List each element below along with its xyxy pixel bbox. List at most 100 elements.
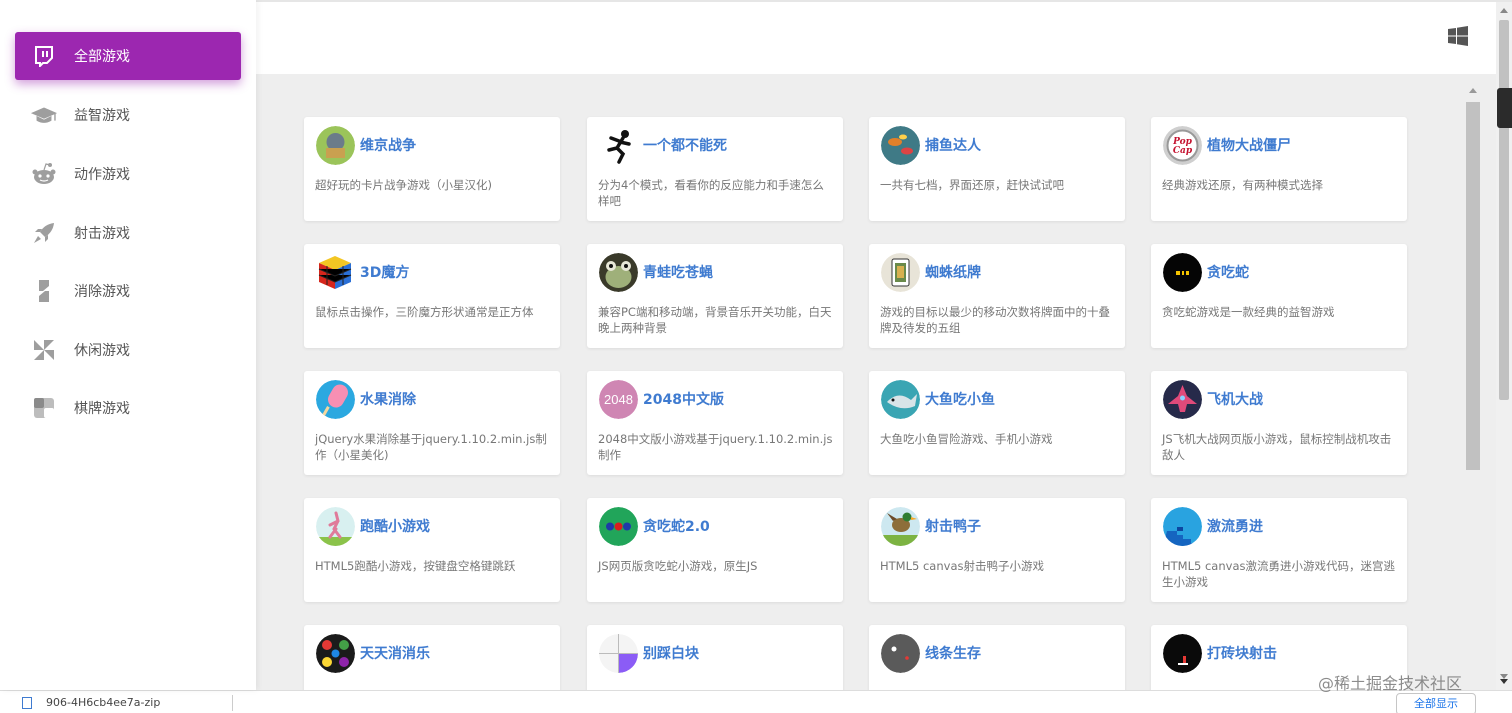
game-title: 线条生存 <box>925 646 981 662</box>
game-thumbnail <box>316 634 355 673</box>
game-description: HTML5 canvas射击鸭子小游戏 <box>880 559 1044 573</box>
game-thumbnail <box>599 634 638 673</box>
sidebar-item-match-games[interactable]: 消除游戏 <box>15 267 241 315</box>
sidebar-item-board-games[interactable]: 棋牌游戏 <box>15 384 241 432</box>
file-icon <box>22 697 32 709</box>
sidebar-item-label: 棋牌游戏 <box>74 401 130 417</box>
game-title: 植物大战僵尸 <box>1207 138 1291 154</box>
scroll-up-arrow-icon[interactable] <box>1500 8 1508 13</box>
game-thumbnail <box>316 253 355 292</box>
twitch-icon <box>30 42 58 70</box>
game-thumbnail <box>599 507 638 546</box>
game-thumbnail <box>1163 253 1202 292</box>
game-thumbnail <box>881 253 920 292</box>
game-card[interactable]: Pop Cap 植物大战僵尸 经典游戏还原，有两种模式选择 <box>1151 117 1407 221</box>
sidebar-item-puzzle-games[interactable]: 益智游戏 <box>15 91 241 139</box>
game-thumbnail <box>316 126 355 165</box>
game-title: 水果消除 <box>360 392 416 408</box>
sidebar: 全部游戏 益智游戏 动作游戏 射击游戏 消除游戏 休闲游戏 棋牌游戏 <box>0 0 256 690</box>
sidebar-item-label: 动作游戏 <box>74 167 130 183</box>
reddit-icon <box>30 160 58 188</box>
game-card[interactable]: 线条生存 <box>869 625 1125 690</box>
game-title: 跑酷小游戏 <box>360 519 430 535</box>
download-bar: 906-4H6cb4ee7a-zip 全部显示 <box>0 690 1512 713</box>
game-thumbnail <box>316 380 355 419</box>
game-thumbnail <box>1163 507 1202 546</box>
sidebar-item-casual-games[interactable]: 休闲游戏 <box>15 326 241 374</box>
game-card[interactable]: 2048 2048中文版 2048中文版小游戏基于jquery.1.10.2.m… <box>587 371 843 475</box>
divider <box>232 695 233 711</box>
game-thumbnail <box>599 253 638 292</box>
game-thumbnail <box>1163 634 1202 673</box>
game-title: 2048中文版 <box>643 392 724 408</box>
scrollbar-thumb[interactable] <box>1499 20 1509 400</box>
game-card[interactable]: 青蛙吃苍蝇 兼容PC端和移动端，背景音乐开关功能，白天晚上两种背景 <box>587 244 843 348</box>
sidebar-item-label: 休闲游戏 <box>74 343 130 359</box>
game-description: 经典游戏还原，有两种模式选择 <box>1162 178 1323 192</box>
game-description: HTML5跑酷小游戏，按键盘空格键跳跃 <box>315 559 516 573</box>
game-thumbnail: 2048 <box>599 380 638 419</box>
caret-down-icon[interactable] <box>1500 679 1508 684</box>
download-item[interactable]: 906-4H6cb4ee7a-zip <box>22 696 160 709</box>
game-card[interactable]: 激流勇进 HTML5 canvas激流勇进小游戏代码，迷宫逃生小游戏 <box>1151 498 1407 602</box>
game-card[interactable]: 一个都不能死 分为4个模式，看看你的反应能力和手速怎么样吧 <box>587 117 843 221</box>
game-card[interactable]: 飞机大战 JS飞机大战网页版小游戏，鼠标控制战机攻击敌人 <box>1151 371 1407 475</box>
game-title: 青蛙吃苍蝇 <box>643 265 713 281</box>
content-scrollbar[interactable] <box>1466 88 1480 688</box>
game-thumbnail <box>316 507 355 546</box>
game-card[interactable]: 贪吃蛇 贪吃蛇游戏是一款经典的益智游戏 <box>1151 244 1407 348</box>
sidebar-item-all-games[interactable]: 全部游戏 <box>15 32 241 80</box>
game-card[interactable]: 射击鸭子 HTML5 canvas射击鸭子小游戏 <box>869 498 1125 602</box>
game-card[interactable]: 维京战争 超好玩的卡片战争游戏（小星汉化) <box>304 117 560 221</box>
game-thumbnail <box>881 380 920 419</box>
rocket-icon <box>30 219 58 247</box>
game-card[interactable]: 蜘蛛纸牌 游戏的目标以最少的移动次数将牌面中的十叠牌及待发的五组 <box>869 244 1125 348</box>
scroll-up-arrow-icon[interactable] <box>1469 88 1477 93</box>
game-description: jQuery水果消除基于jquery.1.10.2.min.js制作（小星美化) <box>315 432 547 462</box>
game-title: 贪吃蛇2.0 <box>643 519 710 535</box>
game-description: 分为4个模式，看看你的反应能力和手速怎么样吧 <box>598 178 824 208</box>
game-title: 一个都不能死 <box>643 138 727 154</box>
game-title: 捕鱼达人 <box>925 138 981 154</box>
svg-text:Cap: Cap <box>1173 146 1193 156</box>
scrollbar-thumb[interactable] <box>1466 102 1480 470</box>
game-thumbnail <box>881 507 920 546</box>
show-all-button[interactable]: 全部显示 <box>1396 693 1476 713</box>
windows-icon[interactable] <box>1448 26 1468 46</box>
sidebar-item-label: 益智游戏 <box>74 108 130 124</box>
game-title: 贪吃蛇 <box>1207 265 1249 281</box>
watermark: @稀土掘金技术社区 <box>1318 674 1463 693</box>
game-title: 飞机大战 <box>1207 392 1263 408</box>
game-card[interactable]: 水果消除 jQuery水果消除基于jquery.1.10.2.min.js制作（… <box>304 371 560 475</box>
game-thumbnail <box>599 126 638 165</box>
game-description: 鼠标点击操作，三阶魔方形状通常是正方体 <box>315 305 534 319</box>
thumb-2048-text: 2048 <box>604 392 633 407</box>
pinwheel-icon <box>30 336 58 364</box>
sidebar-item-label: 全部游戏 <box>74 49 130 65</box>
game-card[interactable]: 3D魔方 鼠标点击操作，三阶魔方形状通常是正方体 <box>304 244 560 348</box>
side-widget[interactable] <box>1497 88 1512 128</box>
game-description: 大鱼吃小鱼冒险游戏、手机小游戏 <box>880 432 1053 446</box>
game-card[interactable]: 天天消消乐 <box>304 625 560 690</box>
game-description: HTML5 canvas激流勇进小游戏代码，迷宫逃生小游戏 <box>1162 559 1395 589</box>
download-filename: 906-4H6cb4ee7a-zip <box>46 696 161 709</box>
sidebar-item-action-games[interactable]: 动作游戏 <box>15 150 241 198</box>
graduation-cap-icon <box>30 101 58 129</box>
game-title: 蜘蛛纸牌 <box>925 265 981 281</box>
game-title: 别踩白块 <box>643 646 699 662</box>
game-title: 维京战争 <box>360 138 416 154</box>
game-card[interactable]: 跑酷小游戏 HTML5跑酷小游戏，按键盘空格键跳跃 <box>304 498 560 602</box>
game-card[interactable]: 捕鱼达人 一共有七档，界面还原，赶快试试吧 <box>869 117 1125 221</box>
game-card[interactable]: 大鱼吃小鱼 大鱼吃小鱼冒险游戏、手机小游戏 <box>869 371 1125 475</box>
header <box>256 2 1496 74</box>
game-title: 射击鸭子 <box>925 519 981 535</box>
game-title: 打砖块射击 <box>1207 646 1277 662</box>
game-thumbnail <box>1163 380 1202 419</box>
game-description: JS飞机大战网页版小游戏，鼠标控制战机攻击敌人 <box>1162 432 1392 462</box>
game-title: 3D魔方 <box>360 265 410 281</box>
sidebar-item-shooting-games[interactable]: 射击游戏 <box>15 209 241 257</box>
game-grid: 维京战争 超好玩的卡片战争游戏（小星汉化) 一个都不能死 分为4个模式，看看你的… <box>256 74 1496 690</box>
game-title: 天天消消乐 <box>360 646 430 662</box>
game-card[interactable]: 贪吃蛇2.0 JS网页版贪吃蛇小游戏，原生JS <box>587 498 843 602</box>
game-card[interactable]: 别踩白块 <box>587 625 843 690</box>
